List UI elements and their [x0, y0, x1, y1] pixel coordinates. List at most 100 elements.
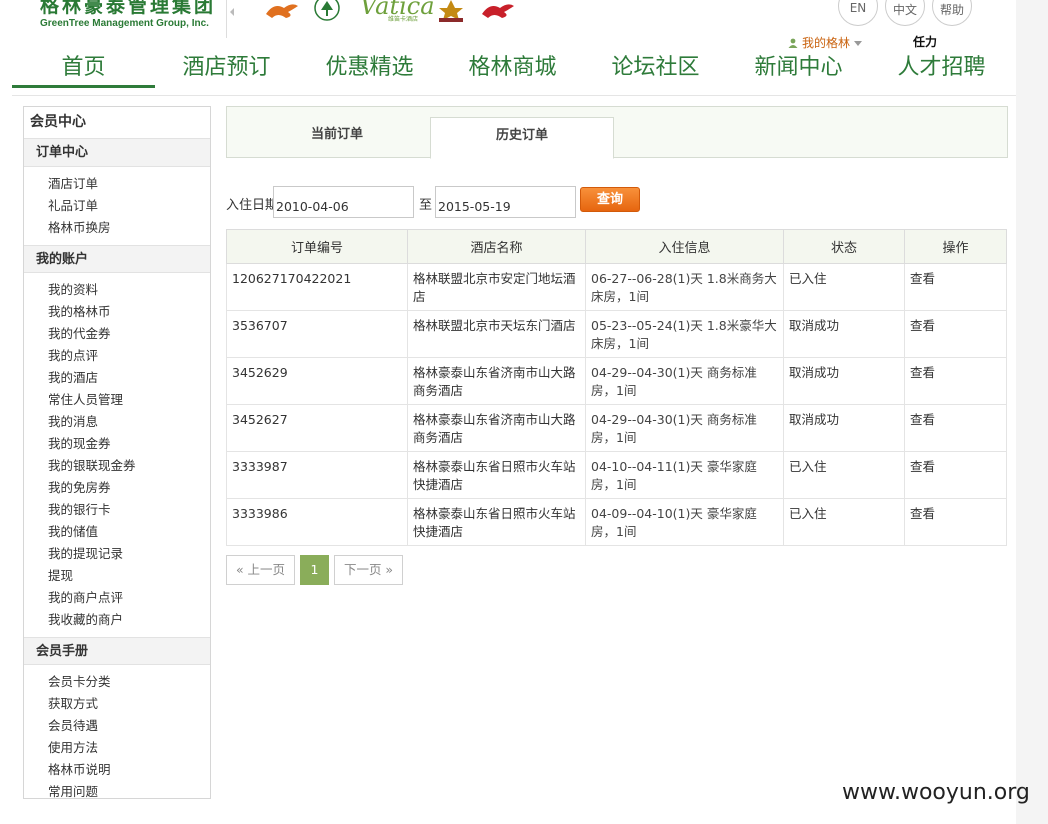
main-navigation: 首页 酒店预订 优惠精选 格林商城 论坛社区 新闻中心 人才招聘: [12, 52, 1016, 96]
previous-page-button[interactable]: « 上一页: [226, 555, 295, 585]
sidebar-section-handbook: 会员手册: [24, 637, 210, 665]
checkin-to-input[interactable]: [435, 186, 576, 218]
right-page-gutter: [1016, 0, 1048, 824]
sidebar-title: 会员中心: [24, 107, 210, 139]
hotel-name: 格林豪泰山东省济南市山大路商务酒店: [407, 404, 586, 452]
view-order-link[interactable]: 查看: [904, 357, 1007, 405]
sidebar-item-profile[interactable]: 我的资料: [48, 279, 210, 301]
sidebar-item-faq[interactable]: 常用问题: [48, 781, 210, 803]
order-tabs: 当前订单 历史订单: [226, 106, 1008, 159]
column-header-action: 操作: [904, 229, 1007, 264]
table-row: 3452627 格林豪泰山东省济南市山大路商务酒店 04-29--04-30(1…: [226, 404, 1007, 452]
sidebar-item-favorite-merchants[interactable]: 我收藏的商户: [48, 609, 210, 631]
order-status: 取消成功: [783, 357, 905, 405]
next-page-button[interactable]: 下一页 »: [334, 555, 403, 585]
gya-hotel-logo-icon[interactable]: [437, 0, 465, 22]
nav-mall[interactable]: 格林商城: [441, 52, 584, 88]
greentree-logo[interactable]: 格林豪泰管理集团 GreenTree Management Group, Inc…: [40, 0, 216, 29]
sidebar-item-withdraw[interactable]: 提现: [48, 565, 210, 587]
table-row: 3452629 格林豪泰山东省济南市山大路商务酒店 04-29--04-30(1…: [226, 357, 1007, 405]
column-header-order-no: 订单编号: [226, 229, 408, 264]
nav-news[interactable]: 新闻中心: [727, 52, 870, 88]
member-sidebar: 会员中心 订单中心 酒店订单 礼品订单 格林币换房 我的账户 我的资料 我的格林…: [23, 106, 211, 799]
brand-scroll-left-icon[interactable]: [230, 8, 234, 16]
sidebar-item-card-types[interactable]: 会员卡分类: [48, 671, 210, 693]
logo-chinese-name: 格林豪泰管理集团: [40, 0, 217, 17]
view-order-link[interactable]: 查看: [904, 451, 1007, 499]
sidebar-item-merchant-reviews[interactable]: 我的商户点评: [48, 587, 210, 609]
sidebar-item-messages[interactable]: 我的消息: [48, 411, 210, 433]
sidebar-item-stored-value[interactable]: 我的储值: [48, 521, 210, 543]
hotel-name: 格林豪泰山东省济南市山大路商务酒店: [407, 357, 586, 405]
sidebar-item-reviews[interactable]: 我的点评: [48, 345, 210, 367]
stay-info: 04-29--04-30(1)天 商务标准房，1间: [585, 357, 784, 405]
view-order-link[interactable]: 查看: [904, 263, 1007, 311]
view-order-link[interactable]: 查看: [904, 498, 1007, 546]
hotel-name: 格林豪泰山东省日照市火车站快捷酒店: [407, 498, 586, 546]
watermark-text: www.wooyun.org: [842, 780, 1030, 805]
vatica-brand-subtitle: 维笛卡酒店: [388, 16, 419, 23]
hotel-name: 格林联盟北京市安定门地坛酒店: [407, 263, 586, 311]
sidebar-item-benefits[interactable]: 会员待遇: [48, 715, 210, 737]
order-number: 3536707: [226, 310, 408, 358]
sidebar-item-cash-coupons[interactable]: 我的现金券: [48, 433, 210, 455]
column-header-status: 状态: [783, 229, 905, 264]
date-range-separator: 至: [419, 198, 433, 213]
my-greentree-menu[interactable]: 我的格林: [788, 34, 863, 51]
nav-home[interactable]: 首页: [12, 52, 155, 88]
sidebar-item-coins[interactable]: 我的格林币: [48, 301, 210, 323]
sidebar-item-how-to-get[interactable]: 获取方式: [48, 693, 210, 715]
sidebar-section-account: 我的账户: [24, 245, 210, 273]
order-number: 120627170422021: [226, 263, 408, 311]
logged-in-user-name: 任力: [913, 35, 938, 49]
greentree-inns-logo-icon[interactable]: [312, 0, 342, 22]
sidebar-item-coin-guide[interactable]: 格林币说明: [48, 759, 210, 781]
stay-info: 04-10--04-11(1)天 豪华家庭房，1间: [585, 451, 784, 499]
sidebar-handbook-list: 会员卡分类 获取方式 会员待遇 使用方法 格林币说明 常用问题: [24, 665, 210, 809]
column-header-hotel: 酒店名称: [407, 229, 586, 264]
sidebar-item-usage[interactable]: 使用方法: [48, 737, 210, 759]
user-icon: [788, 38, 798, 48]
sidebar-item-frequent-guests[interactable]: 常住人员管理: [48, 389, 210, 411]
sidebar-item-gift-orders[interactable]: 礼品订单: [48, 195, 210, 217]
nav-careers[interactable]: 人才招聘: [870, 52, 1013, 88]
checkin-date-label: 入住日期: [226, 198, 279, 213]
logo-divider: [226, 0, 227, 38]
hotel-name: 格林联盟北京市天坛东门酒店: [407, 310, 586, 358]
table-row: 120627170422021 格林联盟北京市安定门地坛酒店 06-27--06…: [226, 263, 1007, 311]
sidebar-item-free-room-coupons[interactable]: 我的免房券: [48, 477, 210, 499]
sidebar-item-hotel-orders[interactable]: 酒店订单: [48, 173, 210, 195]
sidebar-item-coin-exchange[interactable]: 格林币换房: [48, 217, 210, 239]
sidebar-orders-list: 酒店订单 礼品订单 格林币换房: [24, 167, 210, 245]
view-order-link[interactable]: 查看: [904, 404, 1007, 452]
red-dragon-brand-logo-icon[interactable]: [480, 0, 516, 20]
chevron-down-icon: [854, 41, 863, 46]
nav-forum[interactable]: 论坛社区: [584, 52, 727, 88]
checkin-from-input[interactable]: [273, 186, 414, 218]
nav-hotel-booking[interactable]: 酒店预订: [155, 52, 298, 88]
orders-table: 订单编号 酒店名称 入住信息 状态 操作 120627170422021 格林联…: [226, 229, 1007, 546]
stay-info: 04-29--04-30(1)天 商务标准房，1间: [585, 404, 784, 452]
table-row: 3333987 格林豪泰山东省日照市火车站快捷酒店 04-10--04-11(1…: [226, 451, 1007, 499]
sidebar-account-list: 我的资料 我的格林币 我的代金券 我的点评 我的酒店 常住人员管理 我的消息 我…: [24, 273, 210, 637]
page-1-button[interactable]: 1: [300, 555, 329, 585]
nav-deals[interactable]: 优惠精选: [298, 52, 441, 88]
view-order-link[interactable]: 查看: [904, 310, 1007, 358]
sidebar-item-bank-cards[interactable]: 我的银行卡: [48, 499, 210, 521]
table-header-row: 订单编号 酒店名称 入住信息 状态 操作: [226, 229, 1007, 264]
logo-english-name: GreenTree Management Group, Inc.: [40, 18, 209, 29]
search-button[interactable]: 查询: [580, 187, 640, 212]
sidebar-item-unionpay-coupons[interactable]: 我的银联现金券: [48, 455, 210, 477]
sidebar-item-withdraw-records[interactable]: 我的提现记录: [48, 543, 210, 565]
dragon-brand-logo-icon[interactable]: [264, 0, 300, 20]
order-status: 已入住: [783, 498, 905, 546]
table-row: 3333986 格林豪泰山东省日照市火车站快捷酒店 04-09--04-10(1…: [226, 498, 1007, 546]
tab-current-orders[interactable]: 当前订单: [245, 117, 429, 159]
hotel-name: 格林豪泰山东省日照市火车站快捷酒店: [407, 451, 586, 499]
sidebar-section-orders: 订单中心: [24, 139, 210, 167]
tab-history-orders[interactable]: 历史订单: [430, 117, 614, 159]
table-row: 3536707 格林联盟北京市天坛东门酒店 05-23--05-24(1)天 1…: [226, 310, 1007, 358]
sidebar-item-vouchers[interactable]: 我的代金券: [48, 323, 210, 345]
my-greentree-label: 我的格林: [802, 36, 851, 50]
sidebar-item-my-hotels[interactable]: 我的酒店: [48, 367, 210, 389]
